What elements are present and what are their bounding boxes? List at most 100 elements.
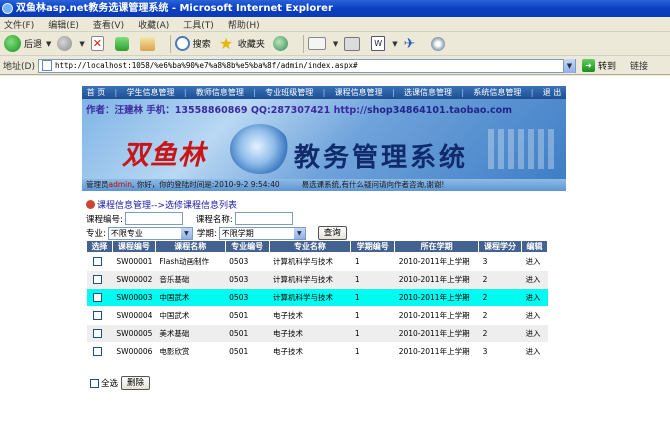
select-all-checkbox[interactable] <box>90 378 99 388</box>
history-button[interactable] <box>272 36 291 51</box>
nav-teachers[interactable]: 教师信息管理 <box>196 87 244 98</box>
site-nav: 首 页 | 学生信息管理 | 教师信息管理 | 专业班级管理 | 课程信息管理 … <box>82 86 566 99</box>
edit-button[interactable]: W <box>371 36 388 51</box>
nav-electives[interactable]: 选课信息管理 <box>404 87 452 98</box>
cell-major-name: 计算机科学与技术 <box>269 252 351 271</box>
address-input[interactable]: http://localhost:1058/%e6%ba%90%e7%a8%8b… <box>37 58 576 73</box>
nav-separator: | <box>114 88 118 97</box>
row-checkbox[interactable] <box>92 311 102 321</box>
window-title-bar[interactable]: 双鱼林asp.net教务选课管理系统 - Microsoft Internet … <box>0 0 670 17</box>
row-checkbox[interactable] <box>92 329 102 339</box>
term-select[interactable]: 不限学期 ▼ <box>218 226 306 240</box>
cell-major-name: 计算机科学与技术 <box>269 288 351 307</box>
back-label: 后退 <box>24 40 43 50</box>
research-button[interactable] <box>430 36 448 51</box>
stop-button[interactable] <box>90 36 107 51</box>
back-dropdown-icon[interactable]: ▼ <box>46 40 51 48</box>
refresh-icon <box>114 36 129 51</box>
favorites-button[interactable]: ★ 收藏夹 <box>218 33 265 53</box>
col-edit: 编辑 <box>520 240 549 253</box>
go-button[interactable]: ➜ 转到 <box>581 59 616 72</box>
address-url[interactable]: http://localhost:1058/%e6%ba%90%e7%a8%8b… <box>55 61 563 70</box>
nav-courses[interactable]: 课程信息管理 <box>335 87 383 98</box>
col-course-no: 课程编号 <box>111 240 156 253</box>
edit-dropdown-icon[interactable]: ▼ <box>392 40 397 48</box>
cell-major-no: 0501 <box>225 324 270 343</box>
mail-button[interactable] <box>307 37 329 50</box>
refresh-button[interactable] <box>114 36 132 51</box>
mail-dropdown-icon[interactable]: ▼ <box>333 40 338 48</box>
search-row-1: 课程编号: 课程名称: <box>86 212 293 225</box>
major-select[interactable]: 不限专业 ▼ <box>107 226 193 240</box>
row-checkbox[interactable] <box>92 293 102 303</box>
star-icon: ★ <box>218 33 234 53</box>
edit-link[interactable]: 进入 <box>521 270 548 289</box>
search-icon <box>174 36 190 51</box>
disc-icon <box>430 36 445 51</box>
course-name-input[interactable] <box>234 212 293 225</box>
menu-view[interactable]: 查看(V) <box>93 18 124 31</box>
table-header-row: 选择 课程编号 课程名称 专业编号 专业名称 学期编号 所在学期 课程学分 编辑 <box>86 240 549 253</box>
row-checkbox-cell <box>86 252 113 271</box>
messenger-button[interactable]: ✈ <box>404 36 423 52</box>
window-title: 双鱼林asp.net教务选课管理系统 - Microsoft Internet … <box>16 3 333 14</box>
cell-credits: 3 <box>478 252 522 271</box>
nav-system[interactable]: 系统信息管理 <box>473 87 521 98</box>
row-checkbox[interactable] <box>92 257 102 267</box>
menu-tools[interactable]: 工具(T) <box>183 18 214 31</box>
cell-term-no: 1 <box>350 306 395 325</box>
cell-course-no: SW00002 <box>112 270 156 289</box>
row-checkbox[interactable] <box>92 347 102 357</box>
query-button[interactable]: 查询 <box>317 226 347 240</box>
back-button[interactable]: 后退 <box>4 35 42 52</box>
cell-course-no: SW00005 <box>112 324 156 343</box>
row-checkbox[interactable] <box>92 275 102 285</box>
cell-major-name: 电子技术 <box>269 342 351 361</box>
menu-file[interactable]: 文件(F) <box>4 18 34 31</box>
author-contact: 作者：汪建林 手机：13558860869 QQ:287307421 http:… <box>86 102 512 116</box>
breadcrumb-icon <box>86 200 95 209</box>
toolbar-divider <box>302 34 304 53</box>
forward-dropdown-icon[interactable]: ▼ <box>79 40 84 48</box>
cell-term: 2010-2011年上学期 <box>394 324 479 343</box>
table-row: SW00006 电影欣赏 0501 电子技术 1 2010-2011年上学期 3… <box>86 342 548 361</box>
home-button[interactable] <box>139 36 158 51</box>
edit-link[interactable]: 进入 <box>521 306 548 325</box>
links-button[interactable]: 链接 <box>630 59 648 72</box>
edit-link[interactable]: 进入 <box>521 342 548 361</box>
contact-url[interactable]: shop34864101.taobao.com <box>367 105 512 116</box>
forward-button[interactable] <box>57 36 75 51</box>
edit-link[interactable]: 进入 <box>521 288 548 307</box>
menu-favorites[interactable]: 收藏(A) <box>138 18 169 31</box>
address-dropdown-icon[interactable]: ▼ <box>562 58 575 73</box>
toolbar-divider <box>169 34 171 53</box>
col-course-name: 课程名称 <box>154 240 226 253</box>
edit-link[interactable]: 进入 <box>521 324 548 343</box>
nav-separator: | <box>391 88 395 97</box>
edit-link[interactable]: 进入 <box>521 252 548 271</box>
nav-logout[interactable]: 退 出 <box>543 87 562 98</box>
delete-button[interactable]: 删除 <box>121 376 151 390</box>
breadcrumb: 课程信息管理-->选修课程信息列表 <box>86 198 237 211</box>
cell-course-name: 电影欣赏 <box>155 342 226 361</box>
cell-major-name: 电子技术 <box>269 306 351 325</box>
go-label: 转到 <box>597 62 616 72</box>
menu-edit[interactable]: 编辑(E) <box>48 18 79 31</box>
search-label: 搜索 <box>192 40 211 50</box>
messenger-icon: ✈ <box>403 35 416 52</box>
go-arrow-icon: ➜ <box>581 59 595 72</box>
nav-students[interactable]: 学生信息管理 <box>127 87 175 98</box>
menu-help[interactable]: 帮助(H) <box>228 18 260 31</box>
nav-classes[interactable]: 专业班级管理 <box>265 87 313 98</box>
cell-term-no: 1 <box>350 252 395 271</box>
contact-text: 作者：汪建林 手机：13558860869 QQ:287307421 http:… <box>86 105 367 116</box>
major-select-value: 不限专业 <box>110 228 143 238</box>
course-no-input[interactable] <box>124 212 183 225</box>
print-icon <box>344 36 361 51</box>
select-all-label: 全选 <box>101 379 119 389</box>
search-button[interactable]: 搜索 <box>174 36 211 51</box>
back-arrow-icon <box>4 35 21 52</box>
table-row: SW00002 音乐基础 0503 计算机科学与技术 1 2010-2011年上… <box>86 270 548 289</box>
nav-home[interactable]: 首 页 <box>87 87 106 98</box>
print-button[interactable] <box>344 36 363 51</box>
